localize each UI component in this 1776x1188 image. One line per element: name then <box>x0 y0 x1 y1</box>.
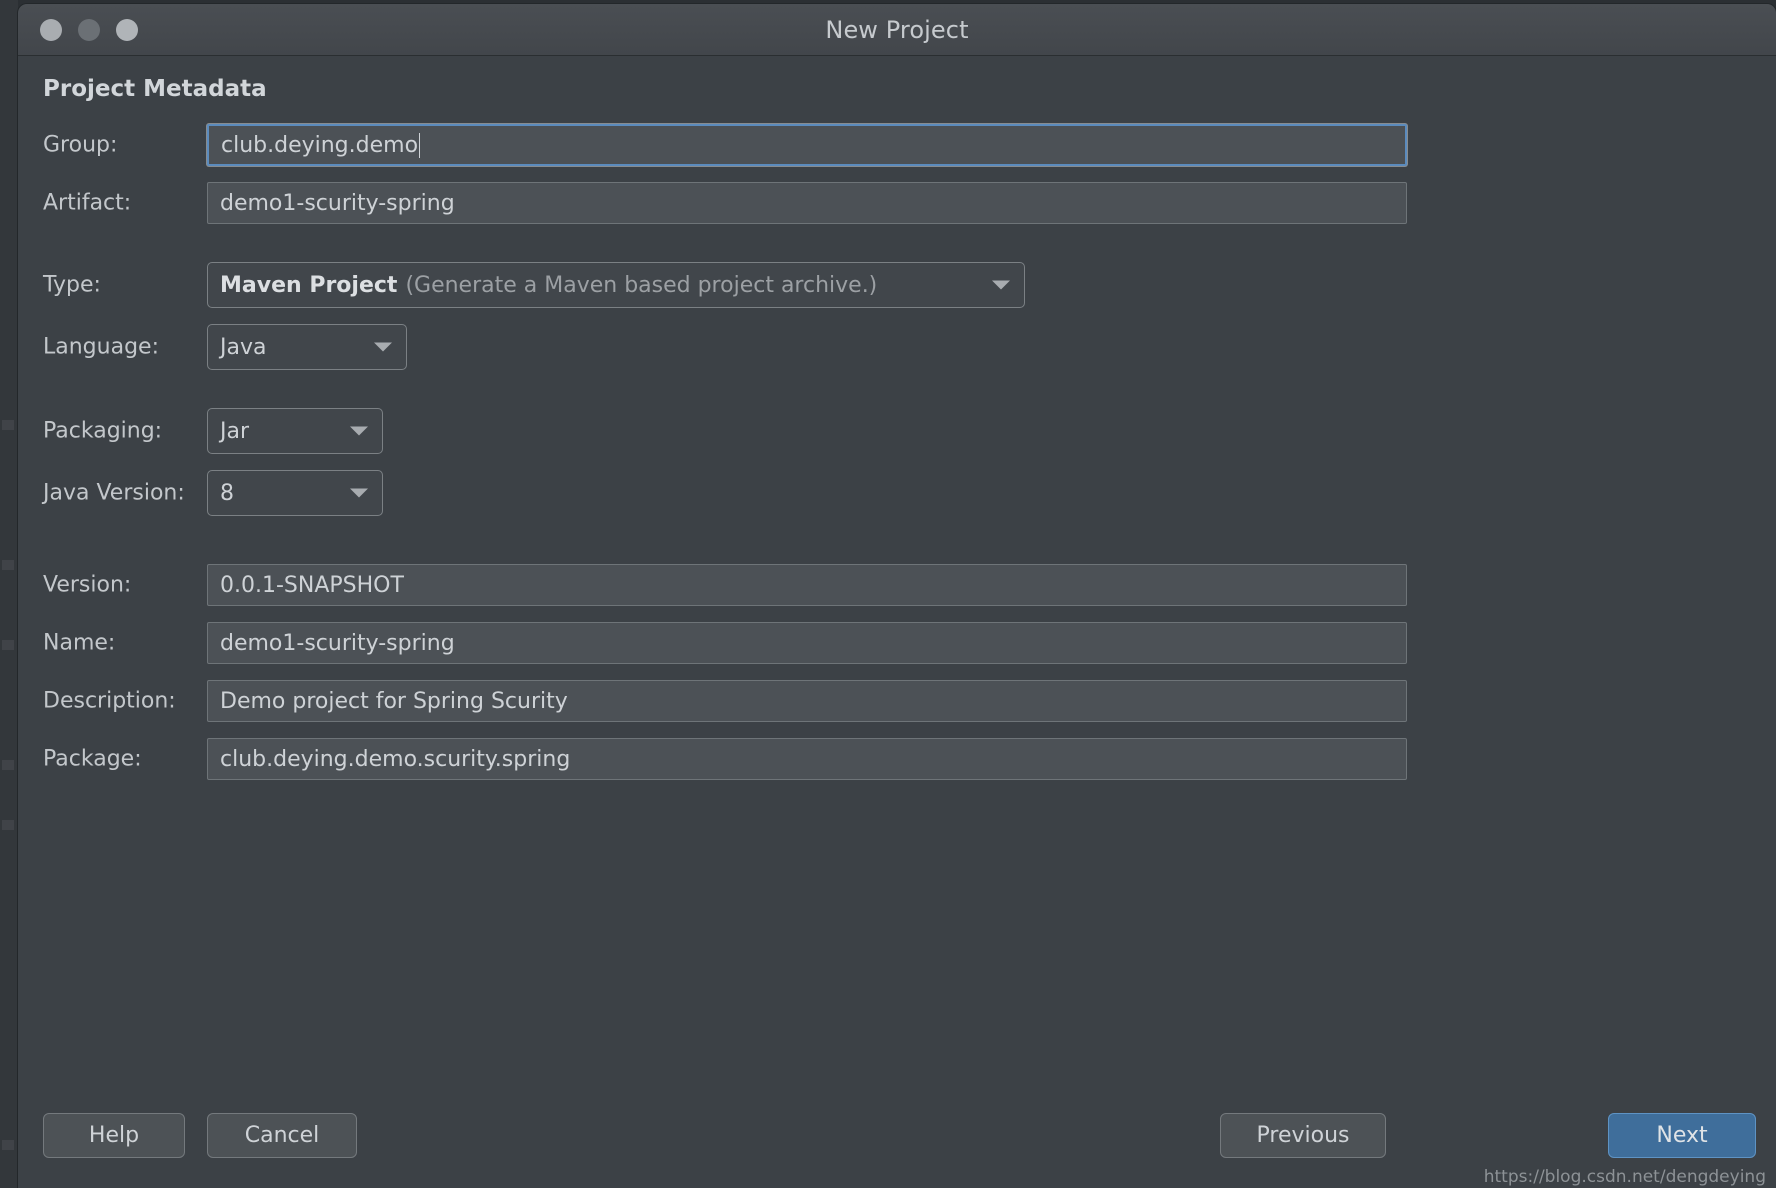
form-row-description: Description: Demo project for Spring Scu… <box>18 680 1776 722</box>
version-input[interactable]: 0.0.1-SNAPSHOT <box>207 564 1407 606</box>
group-input-value: club.deying.demo <box>221 132 419 158</box>
description-label: Description: <box>43 688 176 714</box>
java-version-dropdown[interactable]: 8 <box>207 470 383 516</box>
chevron-down-icon <box>992 280 1010 290</box>
background-window <box>0 0 18 1188</box>
java-version-label: Java Version: <box>43 480 185 506</box>
watermark-text: https://blog.csdn.net/dengdeying <box>1483 1167 1766 1187</box>
window-title: New Project <box>825 16 969 44</box>
type-label: Type: <box>43 272 101 298</box>
form-row-java-version: Java Version: 8 <box>18 470 1776 516</box>
package-input-value: club.deying.demo.scurity.spring <box>220 746 571 772</box>
type-value: Maven Project <box>220 272 398 298</box>
version-label: Version: <box>43 572 132 598</box>
artifact-input[interactable]: demo1-scurity-spring <box>207 182 1407 224</box>
language-label: Language: <box>43 334 159 360</box>
new-project-dialog: New Project Project Metadata Group: club… <box>18 4 1776 1188</box>
package-input[interactable]: club.deying.demo.scurity.spring <box>207 738 1407 780</box>
form-row-type: Type: Maven Project (Generate a Maven ba… <box>18 262 1776 308</box>
dialog-footer: Help Cancel Previous Next https://blog.c… <box>18 1091 1776 1188</box>
form-row-artifact: Artifact: demo1-scurity-spring <box>18 182 1776 224</box>
form-row-version: Version: 0.0.1-SNAPSHOT <box>18 564 1776 606</box>
language-dropdown[interactable]: Java <box>207 324 407 370</box>
chevron-down-icon <box>374 342 392 352</box>
group-input[interactable]: club.deying.demo <box>207 124 1407 166</box>
form-row-packaging: Packaging: Jar <box>18 408 1776 454</box>
description-input-value: Demo project for Spring Scurity <box>220 688 568 714</box>
java-version-value: 8 <box>220 480 234 506</box>
form-row-package: Package: club.deying.demo.scurity.spring <box>18 738 1776 780</box>
description-input[interactable]: Demo project for Spring Scurity <box>207 680 1407 722</box>
group-label: Group: <box>43 132 118 158</box>
packaging-label: Packaging: <box>43 418 163 444</box>
previous-button[interactable]: Previous <box>1220 1113 1386 1158</box>
artifact-label: Artifact: <box>43 190 132 216</box>
type-hint: (Generate a Maven based project archive.… <box>405 272 878 298</box>
help-button[interactable]: Help <box>43 1113 185 1158</box>
form-row-name: Name: demo1-scurity-spring <box>18 622 1776 664</box>
type-dropdown[interactable]: Maven Project (Generate a Maven based pr… <box>207 262 1025 308</box>
dialog-body: Project Metadata Group: club.deying.demo… <box>18 56 1776 1188</box>
language-value: Java <box>220 334 267 360</box>
package-label: Package: <box>43 746 142 772</box>
form-row-group: Group: club.deying.demo <box>18 124 1776 166</box>
name-input-value: demo1-scurity-spring <box>220 630 455 656</box>
project-metadata-form: Group: club.deying.demo Artifact: demo1-… <box>18 124 1776 798</box>
version-input-value: 0.0.1-SNAPSHOT <box>220 572 404 598</box>
name-label: Name: <box>43 630 116 656</box>
text-caret <box>419 132 421 158</box>
form-row-language: Language: Java <box>18 324 1776 370</box>
packaging-dropdown[interactable]: Jar <box>207 408 383 454</box>
next-button[interactable]: Next <box>1608 1113 1756 1158</box>
chevron-down-icon <box>350 488 368 498</box>
packaging-value: Jar <box>220 418 250 444</box>
artifact-input-value: demo1-scurity-spring <box>220 190 455 216</box>
section-heading: Project Metadata <box>43 76 267 102</box>
titlebar[interactable]: New Project <box>18 4 1776 56</box>
chevron-down-icon <box>350 426 368 436</box>
name-input[interactable]: demo1-scurity-spring <box>207 622 1407 664</box>
cancel-button[interactable]: Cancel <box>207 1113 357 1158</box>
